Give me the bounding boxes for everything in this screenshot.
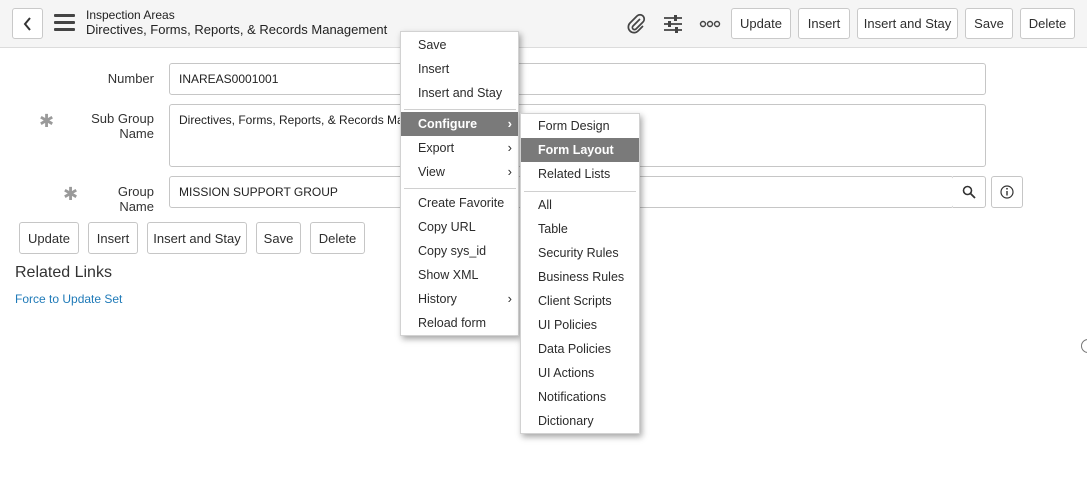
info-button[interactable] xyxy=(991,176,1023,208)
submenu-item-ui-policies[interactable]: UI Policies xyxy=(521,313,639,337)
menu-item-copy-sys-id[interactable]: Copy sys_id xyxy=(401,239,518,263)
page-title: Inspection Areas xyxy=(86,8,175,22)
update-button[interactable]: Update xyxy=(19,222,79,254)
menu-item-export[interactable]: Export › xyxy=(401,136,518,160)
submenu-item-ui-actions[interactable]: UI Actions xyxy=(521,361,639,385)
menu-item-save[interactable]: Save xyxy=(401,33,518,57)
chevron-right-icon: › xyxy=(507,164,512,179)
chevron-right-icon: › xyxy=(507,291,512,306)
back-button[interactable] xyxy=(12,8,43,39)
menu-item-copy-url[interactable]: Copy URL xyxy=(401,215,518,239)
header-delete-button[interactable]: Delete xyxy=(1020,8,1075,39)
chevron-right-icon: › xyxy=(507,116,512,131)
back-icon xyxy=(23,16,31,31)
menu-item-show-xml[interactable]: Show XML xyxy=(401,263,518,287)
number-field[interactable]: INAREAS0001001 xyxy=(169,63,986,95)
info-icon xyxy=(1000,185,1014,199)
search-icon xyxy=(962,185,976,199)
insert-button[interactable]: Insert xyxy=(88,222,138,254)
menu-item-create-favorite[interactable]: Create Favorite xyxy=(401,191,518,215)
submenu-item-business-rules[interactable]: Business Rules xyxy=(521,265,639,289)
submenu-item-notifications[interactable]: Notifications xyxy=(521,385,639,409)
hamburger-icon[interactable] xyxy=(54,14,75,32)
save-button[interactable]: Save xyxy=(256,222,301,254)
insert-and-stay-button[interactable]: Insert and Stay xyxy=(147,222,247,254)
required-indicator: ✱ xyxy=(63,184,79,204)
menu-item-insert[interactable]: Insert xyxy=(401,57,518,81)
menu-item-reload-form[interactable]: Reload form xyxy=(401,311,518,335)
submenu-item-security-rules[interactable]: Security Rules xyxy=(521,241,639,265)
submenu-item-related-lists[interactable]: Related Lists xyxy=(521,162,639,186)
submenu-item-data-policies[interactable]: Data Policies xyxy=(521,337,639,361)
header-update-button[interactable]: Update xyxy=(731,8,791,39)
submenu-item-all[interactable]: All xyxy=(521,193,639,217)
menu-item-insert-and-stay[interactable]: Insert and Stay xyxy=(401,81,518,105)
menu-item-view[interactable]: View › xyxy=(401,160,518,184)
delete-button[interactable]: Delete xyxy=(310,222,365,254)
more-icon[interactable] xyxy=(698,12,722,36)
form-header: Inspection Areas Directives, Forms, Repo… xyxy=(0,0,1087,48)
related-links-title: Related Links xyxy=(15,264,112,281)
menu-separator xyxy=(404,109,516,110)
menu-separator xyxy=(404,188,516,189)
group-label: Group Name xyxy=(117,184,154,214)
header-save-button[interactable]: Save xyxy=(965,8,1013,39)
submenu-item-client-scripts[interactable]: Client Scripts xyxy=(521,289,639,313)
menu-separator xyxy=(524,191,636,192)
configure-submenu: Form Design Form Layout Related Lists Al… xyxy=(520,113,640,434)
lookup-button[interactable] xyxy=(953,176,986,208)
context-menu: Save Insert Insert and Stay Configure › E… xyxy=(400,31,519,336)
sub-group-label: Sub Group Name xyxy=(91,111,154,141)
paperclip-icon[interactable] xyxy=(624,12,648,36)
menu-item-history[interactable]: History › xyxy=(401,287,518,311)
sliders-icon[interactable] xyxy=(661,12,685,36)
header-insert-and-stay-button[interactable]: Insert and Stay xyxy=(857,8,958,39)
number-label: Number xyxy=(107,71,154,86)
submenu-item-dictionary[interactable]: Dictionary xyxy=(521,409,639,433)
submenu-item-form-layout[interactable]: Form Layout xyxy=(521,138,639,162)
chevron-right-icon: › xyxy=(507,140,512,155)
submenu-item-form-design[interactable]: Form Design xyxy=(521,114,639,138)
header-insert-button[interactable]: Insert xyxy=(798,8,850,39)
required-indicator: ✱ xyxy=(39,111,55,131)
title-block: Inspection Areas Directives, Forms, Repo… xyxy=(86,8,387,38)
menu-item-configure[interactable]: Configure › xyxy=(401,112,518,136)
page-subtitle: Directives, Forms, Reports, & Records Ma… xyxy=(86,22,388,37)
force-to-update-set-link[interactable]: Force to Update Set xyxy=(15,292,122,306)
edge-circle-icon[interactable] xyxy=(1081,339,1087,353)
submenu-item-table[interactable]: Table xyxy=(521,217,639,241)
